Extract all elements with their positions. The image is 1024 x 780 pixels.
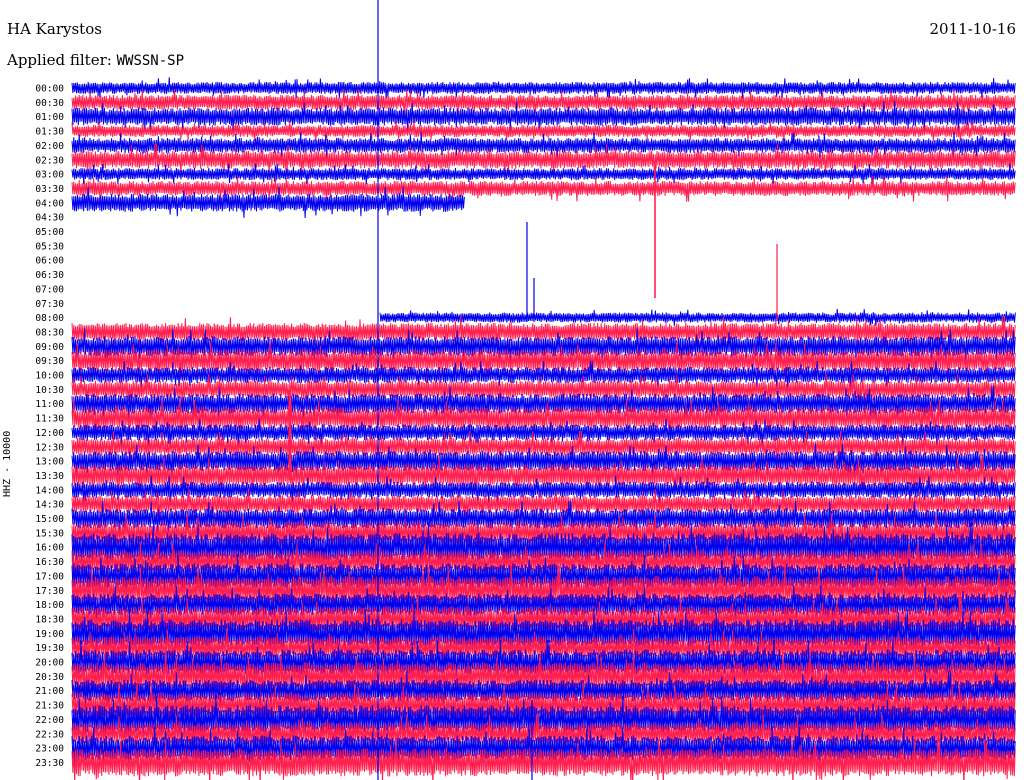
row-label: 10:00 xyxy=(35,371,64,382)
row-label: 20:30 xyxy=(35,672,64,683)
row-label: 21:30 xyxy=(35,701,64,712)
y-axis-label: HHZ - 10000 xyxy=(2,430,13,498)
row-label: 16:00 xyxy=(35,543,64,554)
row-label: 11:30 xyxy=(35,414,64,425)
row-label: 02:30 xyxy=(35,155,64,166)
row-label: 10:30 xyxy=(35,385,64,396)
row-label: 23:00 xyxy=(35,744,64,755)
row-label: 02:00 xyxy=(35,141,64,152)
row-label: 09:30 xyxy=(35,356,64,367)
row-label: 05:30 xyxy=(35,241,64,252)
row-label: 01:30 xyxy=(35,127,64,138)
row-label: 03:00 xyxy=(35,170,64,181)
row-label: 21:00 xyxy=(35,686,64,697)
row-label: 15:00 xyxy=(35,514,64,525)
row-label: 06:30 xyxy=(35,270,64,281)
row-label: 11:00 xyxy=(35,399,64,410)
row-label: 20:00 xyxy=(35,658,64,669)
row-label: 01:00 xyxy=(35,112,64,123)
row-label: 09:00 xyxy=(35,342,64,353)
row-label: 08:30 xyxy=(35,327,64,338)
row-label: 03:30 xyxy=(35,184,64,195)
row-label: 23:30 xyxy=(35,758,64,769)
row-label: 04:30 xyxy=(35,213,64,224)
row-label: 08:00 xyxy=(35,313,64,324)
trace-row xyxy=(71,77,1016,99)
row-label: 12:00 xyxy=(35,428,64,439)
helicorder-plot: 00:00 00:30 01:00 01:30 02:00 02:30 03:00 03:30… xyxy=(35,0,1016,780)
row-label: 18:30 xyxy=(35,614,64,625)
trace-row xyxy=(379,308,1016,326)
row-label: 07:00 xyxy=(35,284,64,295)
row-label: 07:30 xyxy=(35,299,64,310)
row-label: 00:00 xyxy=(35,84,64,95)
row-label: 17:00 xyxy=(35,571,64,582)
row-label: 04:00 xyxy=(35,198,64,209)
row-label: 19:30 xyxy=(35,643,64,654)
row-label: 16:30 xyxy=(35,557,64,568)
row-label: 13:00 xyxy=(35,457,64,468)
row-label: 22:30 xyxy=(35,729,64,740)
row-label: 15:30 xyxy=(35,528,64,539)
row-label: 14:00 xyxy=(35,485,64,496)
row-label: 06:00 xyxy=(35,256,64,267)
row-label: 00:30 xyxy=(35,98,64,109)
row-label: 17:30 xyxy=(35,586,64,597)
row-label: 18:00 xyxy=(35,600,64,611)
row-label: 22:00 xyxy=(35,715,64,726)
row-label: 19:00 xyxy=(35,629,64,640)
row-label: 12:30 xyxy=(35,442,64,453)
row-label: 05:00 xyxy=(35,227,64,238)
row-label: 14:30 xyxy=(35,500,64,511)
row-label: 13:30 xyxy=(35,471,64,482)
